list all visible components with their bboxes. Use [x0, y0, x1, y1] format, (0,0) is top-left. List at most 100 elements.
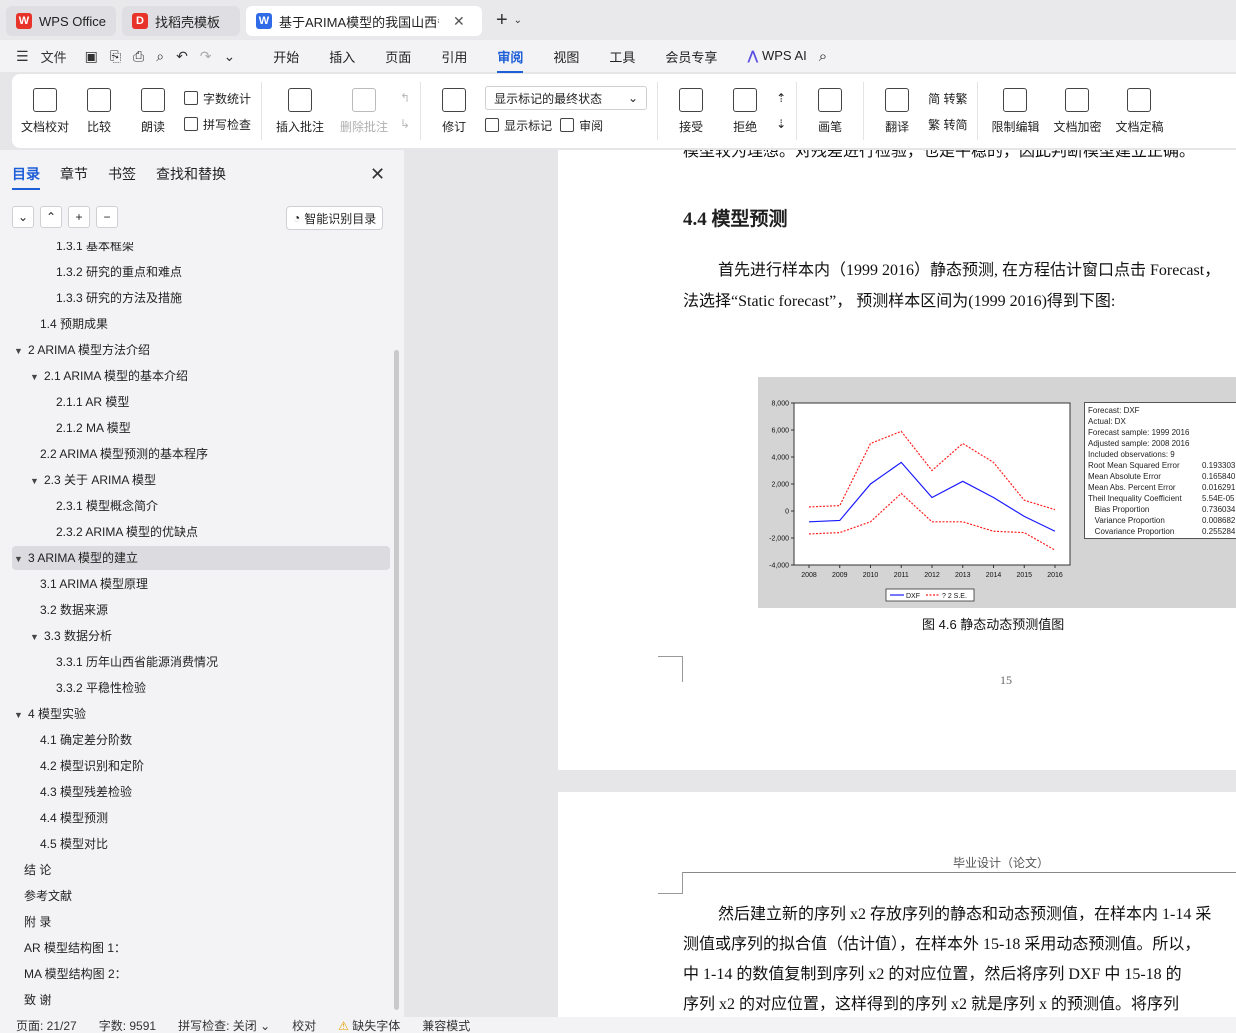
caret-down-icon[interactable]: ▼ — [30, 469, 44, 493]
toc-item[interactable]: ▼ 3 ARIMA 模型的建立 — [12, 546, 390, 570]
toc-item[interactable]: 4.1 确定差分阶数 — [12, 728, 390, 752]
word-count-button[interactable]: 字数统计 — [184, 87, 251, 109]
tab-bookmarks[interactable]: 书签 — [108, 164, 136, 190]
print-preview-icon[interactable]: ⌕ — [156, 48, 164, 65]
search-icon[interactable]: ⌕ — [819, 48, 827, 65]
toc-item[interactable]: 1.3.3 研究的方法及措施 — [12, 286, 390, 310]
delete-comment-button[interactable]: 删除批注 — [332, 87, 396, 135]
missing-font-button[interactable]: ⚠ 缺失字体 — [338, 1017, 400, 1033]
show-markup-button[interactable]: 显示标记 — [485, 114, 552, 136]
tab-wps-office[interactable]: W WPS Office — [6, 6, 116, 36]
toc-item[interactable]: 附 录 — [12, 910, 390, 934]
tab-document[interactable]: W 基于ARIMA模型的我国山西省 ✕ — [245, 6, 482, 36]
toc-item[interactable]: 3.3.1 历年山西省能源消费情况 — [12, 650, 390, 674]
pen-button[interactable]: 画笔 — [803, 87, 857, 135]
restrict-edit-button[interactable]: 限制编辑 — [984, 87, 1046, 135]
menu-references[interactable]: 引用 — [441, 47, 467, 66]
finalize-button[interactable]: 文档定稿 — [1108, 87, 1170, 135]
reject-button[interactable]: 拒绝 — [718, 87, 772, 135]
toc-item[interactable]: 3.1 ARIMA 模型原理 — [12, 572, 390, 596]
file-menu[interactable]: 文件 — [41, 47, 67, 66]
toc-item[interactable]: ▼ 4 模型实验 — [12, 702, 390, 726]
redo-icon[interactable]: ↷ — [200, 48, 212, 65]
revise-button[interactable]: 修订 — [427, 87, 481, 135]
caret-down-icon[interactable]: ▼ — [14, 703, 28, 727]
word-count[interactable]: 字数: 9591 — [99, 1017, 156, 1033]
prev-change-icon[interactable]: ⇡ — [776, 87, 786, 109]
menu-icon[interactable]: ☰ — [16, 48, 29, 65]
toc-item[interactable]: 2.1.1 AR 模型 — [12, 390, 390, 414]
menu-view[interactable]: 视图 — [553, 47, 579, 66]
review-pane-button[interactable]: 审阅 — [560, 114, 603, 136]
toc-item[interactable]: 3.3.2 平稳性检验 — [12, 676, 390, 700]
spell-check-button[interactable]: 拼写检查 — [184, 113, 251, 135]
toc-item[interactable]: 4.2 模型识别和定阶 — [12, 754, 390, 778]
toc-item[interactable]: 1.3.1 基本框架 — [12, 242, 390, 258]
toc-item[interactable]: 致 谢 — [12, 988, 390, 1012]
page-indicator[interactable]: 页面: 21/27 — [16, 1017, 77, 1033]
menu-insert[interactable]: 插入 — [329, 47, 355, 66]
tab-chapters[interactable]: 章节 — [60, 164, 88, 190]
remove-icon[interactable]: − — [96, 206, 118, 228]
toc-item[interactable]: 4.4 模型预测 — [12, 806, 390, 830]
prev-comment-icon[interactable]: ↰ — [400, 87, 410, 109]
collapse-icon[interactable]: ⌃ — [40, 206, 62, 228]
add-icon[interactable]: + — [68, 206, 90, 228]
read-aloud-button[interactable]: 朗读 — [126, 87, 180, 135]
toc-item[interactable]: ▼ 3.3 数据分析 — [12, 624, 390, 648]
encrypt-button[interactable]: 文档加密 — [1046, 87, 1108, 135]
close-pane-icon[interactable]: ✕ — [370, 164, 385, 185]
to-simplified-button[interactable]: 繁 转简 — [928, 113, 967, 135]
toc-item[interactable]: 4.5 模型对比 — [12, 832, 390, 856]
markup-mode-select[interactable]: 显示标记的最终状态 ⌄ — [485, 86, 648, 110]
save-icon[interactable]: ▣ — [85, 48, 98, 65]
menu-review[interactable]: 审阅 — [497, 47, 524, 73]
share-icon[interactable]: ⎘ — [110, 48, 121, 65]
menu-home[interactable]: 开始 — [273, 47, 299, 66]
tab-toc[interactable]: 目录 — [12, 164, 40, 190]
caret-down-icon[interactable]: ▼ — [14, 547, 28, 571]
tab-find-replace[interactable]: 查找和替换 — [156, 164, 226, 190]
menu-member[interactable]: 会员专享 — [665, 47, 717, 66]
toc-item[interactable]: ▼ 2.1 ARIMA 模型的基本介绍 — [12, 364, 390, 388]
caret-down-icon[interactable]: ▼ — [14, 339, 28, 363]
to-traditional-button[interactable]: 简 转繁 — [928, 87, 967, 109]
spell-status[interactable]: 拼写检查: 关闭 ⌄ — [178, 1017, 270, 1033]
menu-page[interactable]: 页面 — [385, 47, 411, 66]
next-comment-icon[interactable]: ↳ — [400, 113, 410, 135]
toc-item[interactable]: 3.2 数据来源 — [12, 598, 390, 622]
menu-tools[interactable]: 工具 — [609, 47, 635, 66]
new-tab-icon[interactable]: + — [496, 9, 508, 32]
proof-button[interactable]: 校对 — [292, 1017, 316, 1033]
toc-item[interactable]: 1.3.2 研究的重点和难点 — [12, 260, 390, 284]
accept-button[interactable]: 接受 — [664, 87, 718, 135]
expand-icon[interactable]: ⌄ — [12, 206, 34, 228]
toc-item[interactable]: AR 模型结构图 1： — [12, 936, 390, 960]
toc-item[interactable]: 2.1.2 MA 模型 — [12, 416, 390, 440]
print-icon[interactable]: ⎙ — [133, 48, 144, 65]
toc-item[interactable]: ▼ 2 ARIMA 模型方法介绍 — [12, 338, 390, 362]
doc-check-button[interactable]: 文档校对 — [18, 87, 72, 135]
scrollbar[interactable] — [394, 350, 399, 1010]
toc-item[interactable]: 参考文献 — [12, 884, 390, 908]
undo-icon[interactable]: ↶ — [176, 48, 188, 65]
tab-template[interactable]: D 找稻壳模板 — [121, 6, 240, 36]
toc-item[interactable]: 2.3.2 ARIMA 模型的优缺点 — [12, 520, 390, 544]
toc-item[interactable]: 1.4 预期成果 — [12, 312, 390, 336]
toc-item[interactable]: 结 论 — [12, 858, 390, 882]
toc-item[interactable]: 2.2 ARIMA 模型预测的基本程序 — [12, 442, 390, 466]
insert-comment-button[interactable]: 插入批注 — [268, 87, 332, 135]
smart-toc-button[interactable]: ◔ 智能识别目录 — [286, 206, 384, 230]
translate-button[interactable]: 翻译 — [870, 87, 924, 135]
caret-down-icon[interactable]: ▼ — [30, 365, 44, 389]
next-change-icon[interactable]: ⇣ — [776, 113, 786, 135]
toc-item[interactable]: 4.3 模型残差检验 — [12, 780, 390, 804]
chevron-down-icon[interactable]: ⌄ — [514, 15, 522, 26]
wps-ai-button[interactable]: ⋀ WPS AI — [747, 48, 806, 64]
compare-button[interactable]: 比较 — [72, 87, 126, 135]
caret-down-icon[interactable]: ▼ — [30, 625, 44, 649]
toc-item[interactable]: MA 模型结构图 2： — [12, 962, 390, 986]
toc-item[interactable]: 2.3.1 模型概念简介 — [12, 494, 390, 518]
toc-item[interactable]: ▼ 2.3 关于 ARIMA 模型 — [12, 468, 390, 492]
more-chevron-icon[interactable]: ⌄ — [224, 48, 236, 65]
